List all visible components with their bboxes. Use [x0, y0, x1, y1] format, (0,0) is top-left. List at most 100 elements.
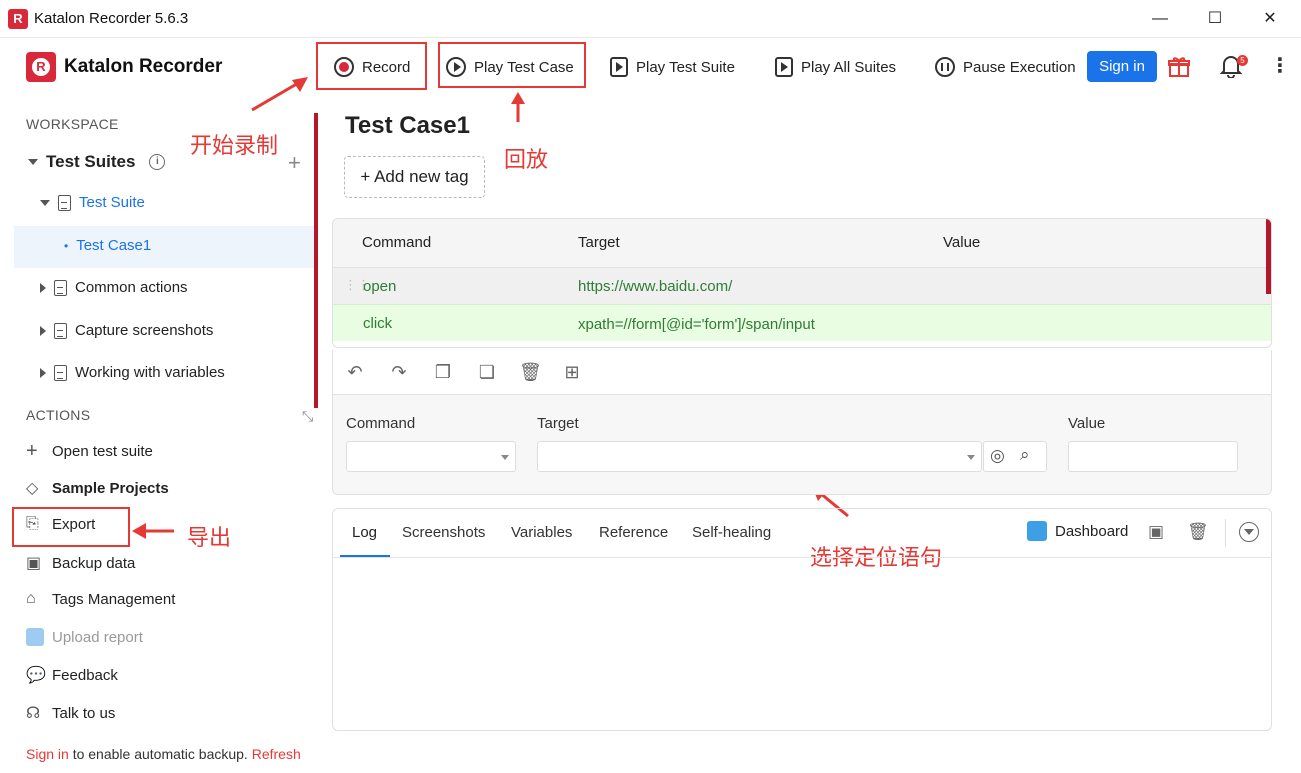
sidebar-item-test-suite[interactable]: Test Suite — [40, 194, 145, 211]
chevron-down-icon — [28, 159, 38, 165]
paste-icon[interactable]: ❏ — [477, 362, 497, 382]
cell-target: https://www.baidu.com/ — [578, 278, 733, 295]
gift-icon[interactable] — [1168, 56, 1190, 78]
testops-icon — [26, 628, 44, 646]
workspace-heading: WORKSPACE — [26, 116, 119, 132]
tab-self-healing[interactable]: Self-healing — [692, 524, 771, 541]
record-button[interactable]: Record — [334, 48, 410, 86]
action-label: Sample Projects — [52, 479, 169, 497]
redo-icon[interactable]: ↷ — [389, 362, 409, 382]
katalon-logo-icon: R — [26, 52, 56, 82]
sidebar-scrollbar[interactable] — [314, 113, 318, 408]
tab-reference[interactable]: Reference — [599, 524, 668, 541]
close-button[interactable]: ✕ — [1250, 6, 1290, 32]
value-input[interactable] — [1068, 441, 1238, 472]
pause-execution-label: Pause Execution — [963, 58, 1076, 76]
document-icon — [54, 322, 67, 339]
sidebar-item-capture-screenshots[interactable]: Capture screenshots — [40, 322, 213, 339]
minimize-button[interactable]: — — [1140, 6, 1180, 32]
play-annotation: 回放 — [504, 148, 549, 173]
actions-heading: ACTIONS — [26, 407, 91, 423]
delete-icon[interactable]: 🗑 — [519, 362, 542, 382]
command-editor: Command Target ◎ ⌕ Value — [332, 394, 1272, 495]
footer-sign-in-link[interactable]: Sign in — [26, 746, 69, 762]
more-menu-icon[interactable]: ⋮ — [1270, 56, 1290, 76]
dashboard-button[interactable]: Dashboard — [1027, 521, 1128, 541]
play-all-suites-label: Play All Suites — [801, 58, 897, 76]
brand-name: Katalon Recorder — [64, 56, 223, 77]
command-label: Command — [346, 415, 416, 432]
table-header: Command Target Value — [333, 219, 1271, 267]
target-tools: ◎ ⌕ — [983, 441, 1047, 472]
collapse-panel-icon[interactable] — [1239, 522, 1259, 542]
record-label: Record — [362, 58, 411, 76]
value-label: Value — [1068, 415, 1106, 432]
pause-icon — [935, 57, 955, 77]
pause-execution-button[interactable]: Pause Execution — [935, 48, 1076, 86]
select-target-icon[interactable]: ◎ — [990, 446, 1005, 466]
play-test-case-button[interactable]: Play Test Case — [446, 48, 574, 86]
action-sample-projects[interactable]: ◇ Sample Projects — [26, 478, 169, 498]
play-all-icon — [775, 57, 793, 77]
tab-log[interactable]: Log — [352, 524, 377, 541]
play-test-suite-label: Play Test Suite — [636, 58, 735, 76]
document-icon — [58, 194, 71, 211]
info-icon: i — [149, 154, 166, 170]
table-row[interactable]: click xpath=//form[@id='form']/span/inpu… — [333, 304, 1271, 341]
export-annotation: 导出 — [187, 526, 232, 551]
search-icon[interactable]: ⌕ — [1020, 445, 1030, 465]
sidebar-item-test-case1[interactable]: • Test Case1 — [64, 237, 151, 254]
app-icon: R — [8, 9, 28, 29]
target-label: Target — [537, 415, 579, 432]
undo-icon[interactable]: ↶ — [345, 362, 365, 382]
action-upload-report[interactable]: Upload report — [26, 628, 143, 646]
tab-divider — [333, 557, 1271, 558]
action-label: Export — [52, 515, 96, 533]
tree-label: Test Suite — [79, 194, 145, 211]
collapse-icon[interactable]: ⤡ — [302, 408, 313, 425]
tree-label: Test Case1 — [76, 237, 152, 254]
export-icon: ⎘ — [26, 515, 39, 532]
action-open-test-suite[interactable]: + Open test suite — [26, 440, 153, 463]
brand: R Katalon Recorder — [26, 52, 222, 82]
copy-icon[interactable]: ❐ — [433, 362, 453, 382]
clear-log-icon[interactable]: 🗑 — [1187, 522, 1209, 542]
test-case-title: Test Case1 — [345, 112, 470, 139]
sign-in-button[interactable]: Sign in — [1087, 51, 1157, 82]
action-label: Talk to us — [52, 704, 116, 722]
col-target: Target — [578, 234, 620, 251]
table-scrollbar[interactable] — [1266, 219, 1271, 294]
action-backup-data[interactable]: ▣ Backup data — [26, 553, 135, 573]
col-value: Value — [943, 234, 981, 251]
tab-variables[interactable]: Variables — [511, 524, 572, 541]
backup-footer: Sign in to enable automatic backup. Refr… — [26, 746, 301, 762]
action-label: Backup data — [52, 554, 136, 572]
action-export[interactable]: ⎘ Export — [26, 515, 95, 533]
action-tags-management[interactable]: ⌂ Tags Management — [26, 590, 175, 608]
plus-icon: + — [26, 440, 38, 462]
tree-label: Capture screenshots — [75, 322, 214, 339]
footer-refresh-link[interactable]: Refresh — [252, 746, 301, 762]
document-icon — [54, 364, 67, 381]
chevron-down-icon — [967, 455, 975, 460]
footer-text: to enable automatic backup. — [68, 746, 252, 762]
table-row[interactable]: ⋮⋮ open https://www.baidu.com/ — [333, 267, 1271, 304]
save-log-icon[interactable]: ▣ — [1148, 522, 1164, 542]
target-input[interactable] — [537, 441, 982, 472]
command-select[interactable] — [346, 441, 516, 472]
sidebar-item-common-actions[interactable]: Common actions — [40, 279, 188, 296]
maximize-button[interactable]: ☐ — [1195, 6, 1235, 32]
play-all-suites-button[interactable]: Play All Suites — [775, 48, 896, 86]
add-suite-icon[interactable]: + — [288, 150, 301, 176]
document-icon — [54, 279, 67, 296]
add-tag-label: Add new tag — [374, 167, 469, 186]
tab-screenshots[interactable]: Screenshots — [402, 524, 485, 541]
action-talk-to-us[interactable]: ☊ Talk to us — [26, 703, 115, 723]
play-test-suite-button[interactable]: Play Test Suite — [610, 48, 735, 86]
add-tag-button[interactable]: + Add new tag — [344, 156, 485, 198]
test-suites-header[interactable]: Test Suites i — [28, 152, 166, 172]
sidebar-item-working-with-variables[interactable]: Working with variables — [40, 364, 225, 381]
record-arrow-icon — [251, 77, 308, 112]
add-command-icon[interactable]: ⊞ — [562, 362, 582, 382]
action-feedback[interactable]: 💬 Feedback — [26, 665, 118, 685]
